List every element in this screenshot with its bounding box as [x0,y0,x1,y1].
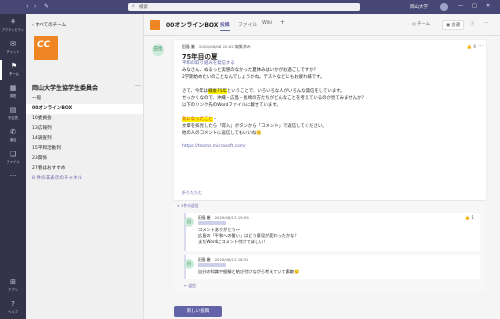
all-teams-link[interactable]: ‹ すべてのチーム [32,22,66,28]
reply-line: またWordにコメント付けてほしい！ [198,239,268,244]
close-icon[interactable]: ✕ [486,3,490,9]
reply-item: 田 田島 厳 2020/08/13 18:31 自分の知識や経験と結び付けながら考… [184,255,480,279]
post-meta: 田島 厳 2020/08/08 22:02 編集済み [182,44,251,49]
phone-icon: ✆ [10,128,16,136]
channel-item-active[interactable]: 00オンラインBOX [26,104,143,114]
rail-more[interactable]: ··· [0,170,26,190]
rail-calendar[interactable]: ▤ 予定表 [0,104,26,124]
search-placeholder: 検索 [139,5,148,10]
team-logo: CC [34,36,58,60]
post-line: 文章を拝見したら「得入」ボタンから「コメント」で返信してください。 [182,124,327,129]
team-name: 岡山大学生協学生委員会 [32,85,99,92]
new-post-button[interactable]: 新しい投稿 [174,306,222,317]
channel-item[interactable]: 15平和活動列 [26,144,143,154]
info-icon[interactable]: ⓘ [470,21,474,27]
tab-files[interactable]: ファイル [238,21,257,28]
minimize-icon[interactable]: — [458,3,463,9]
post-card[interactable]: 田窪 田島 厳 2020/08/08 22:02 編集済み 👍 6 ··· 75年… [152,40,486,200]
more-icon: ··· [9,172,17,180]
more-icon[interactable]: ··· [484,21,488,26]
channel-logo [150,20,160,30]
rail-files[interactable]: ❏ ファイル [0,148,26,168]
channel-title: 00オンラインBOX [166,22,219,29]
post-link[interactable]: https://teams.microsoft.com/ [182,144,246,149]
avatar: 田 [184,259,194,269]
rail-assignments[interactable]: ▦ 課題 [0,82,26,102]
reply-button[interactable]: ← 返信 [184,283,196,289]
user-avatar[interactable] [440,3,448,11]
avatar: 田窪 [152,44,164,56]
collapse-link[interactable]: 折りたたむ [182,190,202,196]
assignments-icon: ▦ [9,84,17,92]
post-line: 平和の取り組みを発信する [182,61,235,66]
like-count[interactable]: 👍 6 [467,44,476,50]
channel-view: 00オンラインBOX 投稿 ファイル Wiki + ◎ チーム ▣ 会議 ⓘ ·… [144,14,500,319]
post-line: せっかくなので、沖縄・広島・長崎の方たちがどんなことを考えているのか見てみません… [182,96,366,101]
avatar: 田 [184,217,194,227]
back-arrow-icon[interactable]: ‹ [26,3,28,10]
team-button[interactable]: ◎ チーム [412,21,430,27]
post-line: さて、今年は戦後75年ということで、いろいろな人がいろんな発信をしています。 [182,89,345,94]
compose-icon[interactable]: ✎ [44,3,49,10]
meet-button[interactable]: ▣ 会議 [442,20,465,30]
like-count[interactable]: 👍 1 [465,215,474,221]
search-icon: ⌕ [132,3,135,9]
post-line: みなさん、ぬるっと実感のなかった夏休みはいかがお過ごしですか？ [182,68,318,73]
channel-header: 00オンラインBOX 投稿 ファイル Wiki + ◎ チーム ▣ 会議 ⓘ ·… [144,14,500,36]
rail-activity[interactable]: ⚘ アクティビティ [0,16,26,36]
channel-item[interactable]: 23関係 [26,154,143,164]
help-icon: ? [11,300,15,308]
search-input[interactable]: ⌕ 検索 [128,3,360,11]
reply-count[interactable]: ∨ 2件の返信 [177,203,199,209]
bell-icon: ⚘ [9,18,17,26]
post-line: 2学期始めたいのことなんでしょうかね。テストなどにもお疲れ様です。 [182,75,325,80]
chat-icon: ✉ [10,40,16,48]
add-tab-icon[interactable]: + [280,19,285,26]
title-bar: ‹ › ✎ ⌕ 検索 岡山大学 — □ ✕ [0,0,500,14]
post-more-icon[interactable]: ··· [478,43,483,49]
team-panel: ‹ すべてのチーム CC 岡山大学生協学生委員会 ··· 一般 00オンラインB… [26,14,144,319]
team-more-icon[interactable]: ··· [135,83,141,90]
reply-thread: ∨ 2件の返信 田 田島 厳 2020/08/13 15:59 👍 1 コメントあ… [174,200,486,292]
calendar-icon: ▤ [9,106,17,114]
rail-help[interactable]: ? ヘルプ [0,298,26,318]
channel-item[interactable]: 10委員会 [26,114,143,124]
post-line: 気になったこと・ [182,117,218,122]
apps-icon: ⊞ [10,278,16,286]
channel-item[interactable]: 一般 [26,94,143,104]
reply-line: 自分の知識や経験と結び付けながら考えていて素敵🙂 [198,269,300,274]
channel-item[interactable]: 13広報列 [26,124,143,134]
maximize-icon[interactable]: □ [472,3,477,9]
org-name[interactable]: 岡山大学 [410,4,428,10]
hidden-channels-link[interactable]: 8 件の非表示のチャネル [26,174,143,184]
rail-calls[interactable]: ✆ 通話 [0,126,26,146]
post-line: 以下のリンク先のWordファイルに載せています。 [182,103,281,108]
file-icon: ❏ [9,150,17,158]
post-line: 他の人のコメントに返信してもいいね🙂 [182,131,262,136]
channel-item[interactable]: 14調査列 [26,134,143,144]
forward-arrow-icon[interactable]: › [34,3,36,10]
mention-tag [198,263,226,267]
reply-item: 田 田島 厳 2020/08/13 15:59 👍 1 コメントありがとう〜 広島… [184,213,480,251]
teams-icon: ⚑ [10,62,18,70]
app-rail: ⚘ アクティビティ ✉ チャット ⚑ チーム ▦ 課題 ▤ 予定表 ✆ 通話 ❏… [0,14,26,319]
rail-chat[interactable]: ✉ チャット [0,38,26,58]
mention-tag [198,221,226,225]
channel-item[interactable]: 27春はおすすめ [26,164,143,174]
tab-wiki[interactable]: Wiki [262,21,272,26]
rail-teams[interactable]: ⚑ チーム [0,60,26,80]
tab-posts[interactable]: 投稿 [220,21,230,31]
rail-apps[interactable]: ⊞ アプリ [0,276,26,296]
